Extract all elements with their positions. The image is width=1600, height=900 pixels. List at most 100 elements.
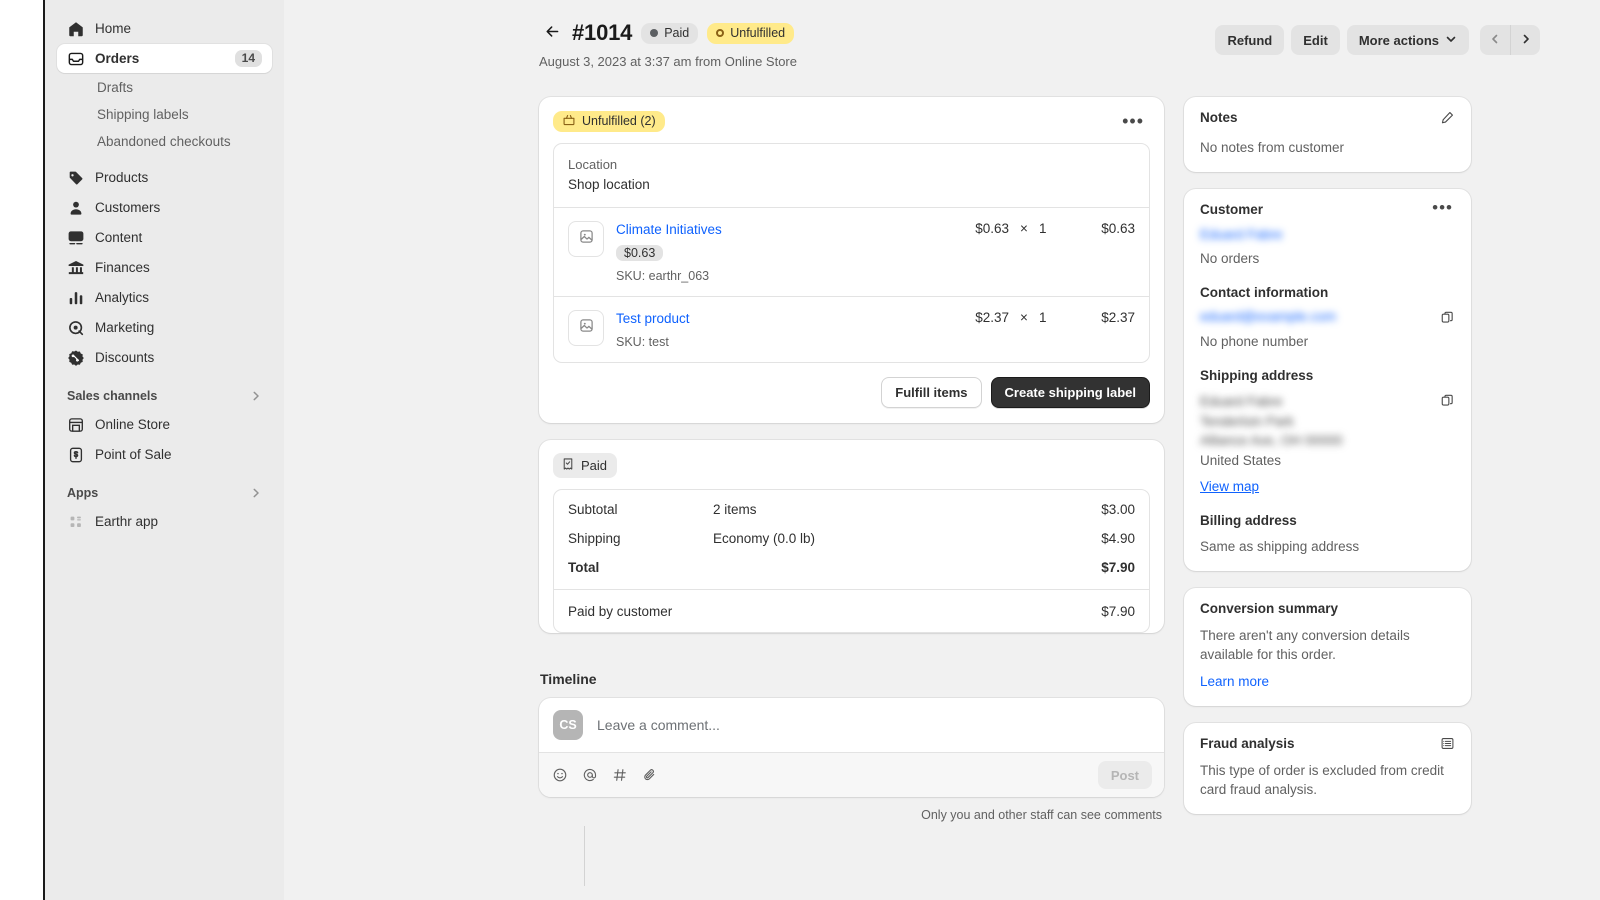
order-meta-subtitle: August 3, 2023 at 3:37 am from Online St…: [539, 54, 797, 69]
line-item-unit-price: $2.37: [975, 310, 1009, 325]
timeline-tools: [551, 766, 1098, 784]
line-item-title[interactable]: Test product: [616, 309, 947, 328]
edit-button[interactable]: Edit: [1291, 25, 1340, 55]
refund-button[interactable]: Refund: [1215, 25, 1285, 55]
sidebar-item-customers[interactable]: Customers: [57, 193, 272, 222]
status-badge-fulfillment-label: Unfulfilled: [730, 26, 786, 40]
summary-divider: [554, 589, 1149, 590]
fulfillment-status-badge: Unfulfilled (2): [553, 110, 665, 132]
fraud-analysis-body: This type of order is excluded from cred…: [1200, 763, 1444, 797]
image-placeholder-icon: [578, 228, 595, 250]
summary-value: $7.90: [1101, 560, 1135, 575]
conversion-summary-body: There aren't any conversion details avai…: [1200, 628, 1410, 662]
sidebar-item-point-of-sale[interactable]: Point of Sale: [57, 440, 272, 469]
sidebar-item-drafts[interactable]: Drafts: [57, 74, 272, 101]
view-map-link[interactable]: View map: [1200, 479, 1259, 494]
contact-email-row: eduard@example.com: [1200, 300, 1455, 328]
copy-icon: [1440, 310, 1455, 328]
status-badge-payment: Paid: [641, 22, 699, 44]
sidebar-item-shipping-labels[interactable]: Shipping labels: [57, 101, 272, 128]
sidebar-item-discounts[interactable]: Discounts: [57, 343, 272, 372]
attachment-icon[interactable]: [641, 766, 659, 784]
sidebar-item-label: Home: [95, 21, 132, 36]
fulfillment-card-menu-button[interactable]: •••: [1116, 110, 1150, 132]
line-item-quantity: 1: [1039, 310, 1047, 325]
order-pagination: [1480, 25, 1540, 55]
location-label: Location: [568, 157, 618, 172]
sidebar-item-products[interactable]: Products: [57, 163, 272, 192]
line-item: Climate Initiatives $0.63 SKU: earthr_06…: [554, 208, 1149, 296]
line-item-unit-price: $0.63: [975, 221, 1009, 236]
timeline-visibility-note: Only you and other staff can see comment…: [921, 808, 1162, 822]
sidebar-item-label: Content: [95, 230, 143, 245]
sidebar-section-sales-channels[interactable]: Sales channels: [57, 382, 272, 410]
customer-name[interactable]: Eduard Fabre: [1200, 227, 1283, 242]
sidebar-item-earthr-app[interactable]: Earthr app: [57, 507, 272, 536]
customer-card-menu-button[interactable]: •••: [1430, 199, 1455, 216]
timeline-axis-line: [584, 826, 585, 886]
sidebar-section-label: Sales channels: [67, 389, 158, 403]
timeline-section: Timeline CS Leave a comment... Post Only…: [539, 671, 1164, 886]
shipping-address-line-1: Eduard Fabre: [1200, 394, 1283, 409]
copy-shipping-address-button[interactable]: [1440, 393, 1455, 411]
line-item-times-symbol: ×: [1020, 310, 1028, 325]
more-actions-button[interactable]: More actions: [1346, 25, 1469, 55]
sidebar-item-content[interactable]: Content: [57, 223, 272, 252]
post-comment-button[interactable]: Post: [1097, 761, 1152, 789]
sidebar-section-label: Apps: [67, 486, 99, 500]
hashtag-icon[interactable]: [611, 766, 629, 784]
orders-icon: [67, 50, 85, 68]
sidebar-item-analytics[interactable]: Analytics: [57, 283, 272, 312]
sidebar-item-finances[interactable]: Finances: [57, 253, 272, 282]
line-item-title[interactable]: Climate Initiatives: [616, 220, 947, 239]
marketing-target-icon: [67, 319, 85, 337]
summary-detail: 2 items: [713, 502, 757, 517]
summary-row-paid-by-customer: Paid by customer $7.90: [554, 597, 1149, 626]
location-block: Location Shop location: [554, 144, 1149, 208]
back-button[interactable]: [539, 20, 565, 46]
contact-information-title: Contact information: [1200, 285, 1329, 300]
store-icon: [67, 416, 85, 434]
pos-icon: [67, 446, 85, 464]
sidebar-item-home[interactable]: Home: [57, 14, 272, 43]
sidebar-item-online-store[interactable]: Online Store: [57, 410, 272, 439]
sidebar-item-abandoned-checkouts[interactable]: Abandoned checkouts: [57, 128, 272, 155]
payment-summary-box: Subtotal 2 items $3.00 Shipping Economy …: [553, 489, 1150, 633]
comment-input[interactable]: [597, 717, 1150, 733]
billing-address-title: Billing address: [1200, 513, 1297, 528]
shipping-address-line-2: Tenderloin Park: [1200, 413, 1294, 429]
line-item-total: $0.63: [1101, 221, 1135, 236]
sidebar-item-label: Finances: [95, 260, 150, 275]
customer-card: Customer ••• Eduard Fabre No orders Cont…: [1184, 189, 1471, 571]
previous-order-button[interactable]: [1480, 25, 1510, 55]
copy-email-button[interactable]: [1440, 310, 1455, 328]
more-actions-label: More actions: [1358, 32, 1439, 48]
fulfillment-details-box: Location Shop location Climate Initiativ…: [553, 143, 1150, 363]
page-title: #1014: [572, 20, 633, 45]
customer-phone: No phone number: [1200, 334, 1309, 349]
fulfill-items-button[interactable]: Fulfill items: [881, 377, 982, 408]
create-shipping-label-button[interactable]: Create shipping label: [990, 377, 1150, 408]
sidebar-section-apps[interactable]: Apps: [57, 479, 272, 507]
conversion-learn-more-link[interactable]: Learn more: [1200, 674, 1269, 689]
mention-icon[interactable]: [581, 766, 599, 784]
summary-label: Paid by customer: [568, 604, 673, 619]
fraud-analysis-title: Fraud analysis: [1200, 736, 1295, 751]
sidebar-item-orders[interactable]: Orders 14: [57, 44, 272, 73]
customer-email[interactable]: eduard@example.com: [1200, 309, 1336, 324]
receipt-icon: [561, 457, 575, 474]
summary-label: Subtotal: [568, 502, 618, 517]
image-placeholder-icon: [578, 317, 595, 339]
sidebar-item-label: Products: [95, 170, 149, 185]
edit-notes-button[interactable]: [1440, 110, 1455, 128]
page-header-actions: Refund Edit More actions: [1215, 20, 1540, 55]
sidebar-item-marketing[interactable]: Marketing: [57, 313, 272, 342]
conversion-summary-title: Conversion summary: [1200, 601, 1339, 616]
primary-column: Unfulfilled (2) ••• Location Shop locati…: [539, 97, 1164, 886]
next-order-button[interactable]: [1510, 25, 1540, 55]
emoji-icon[interactable]: [551, 766, 569, 784]
package-icon: [562, 113, 576, 130]
summary-detail: Economy (0.0 lb): [713, 531, 816, 546]
timeline-input-row: CS: [539, 698, 1164, 752]
